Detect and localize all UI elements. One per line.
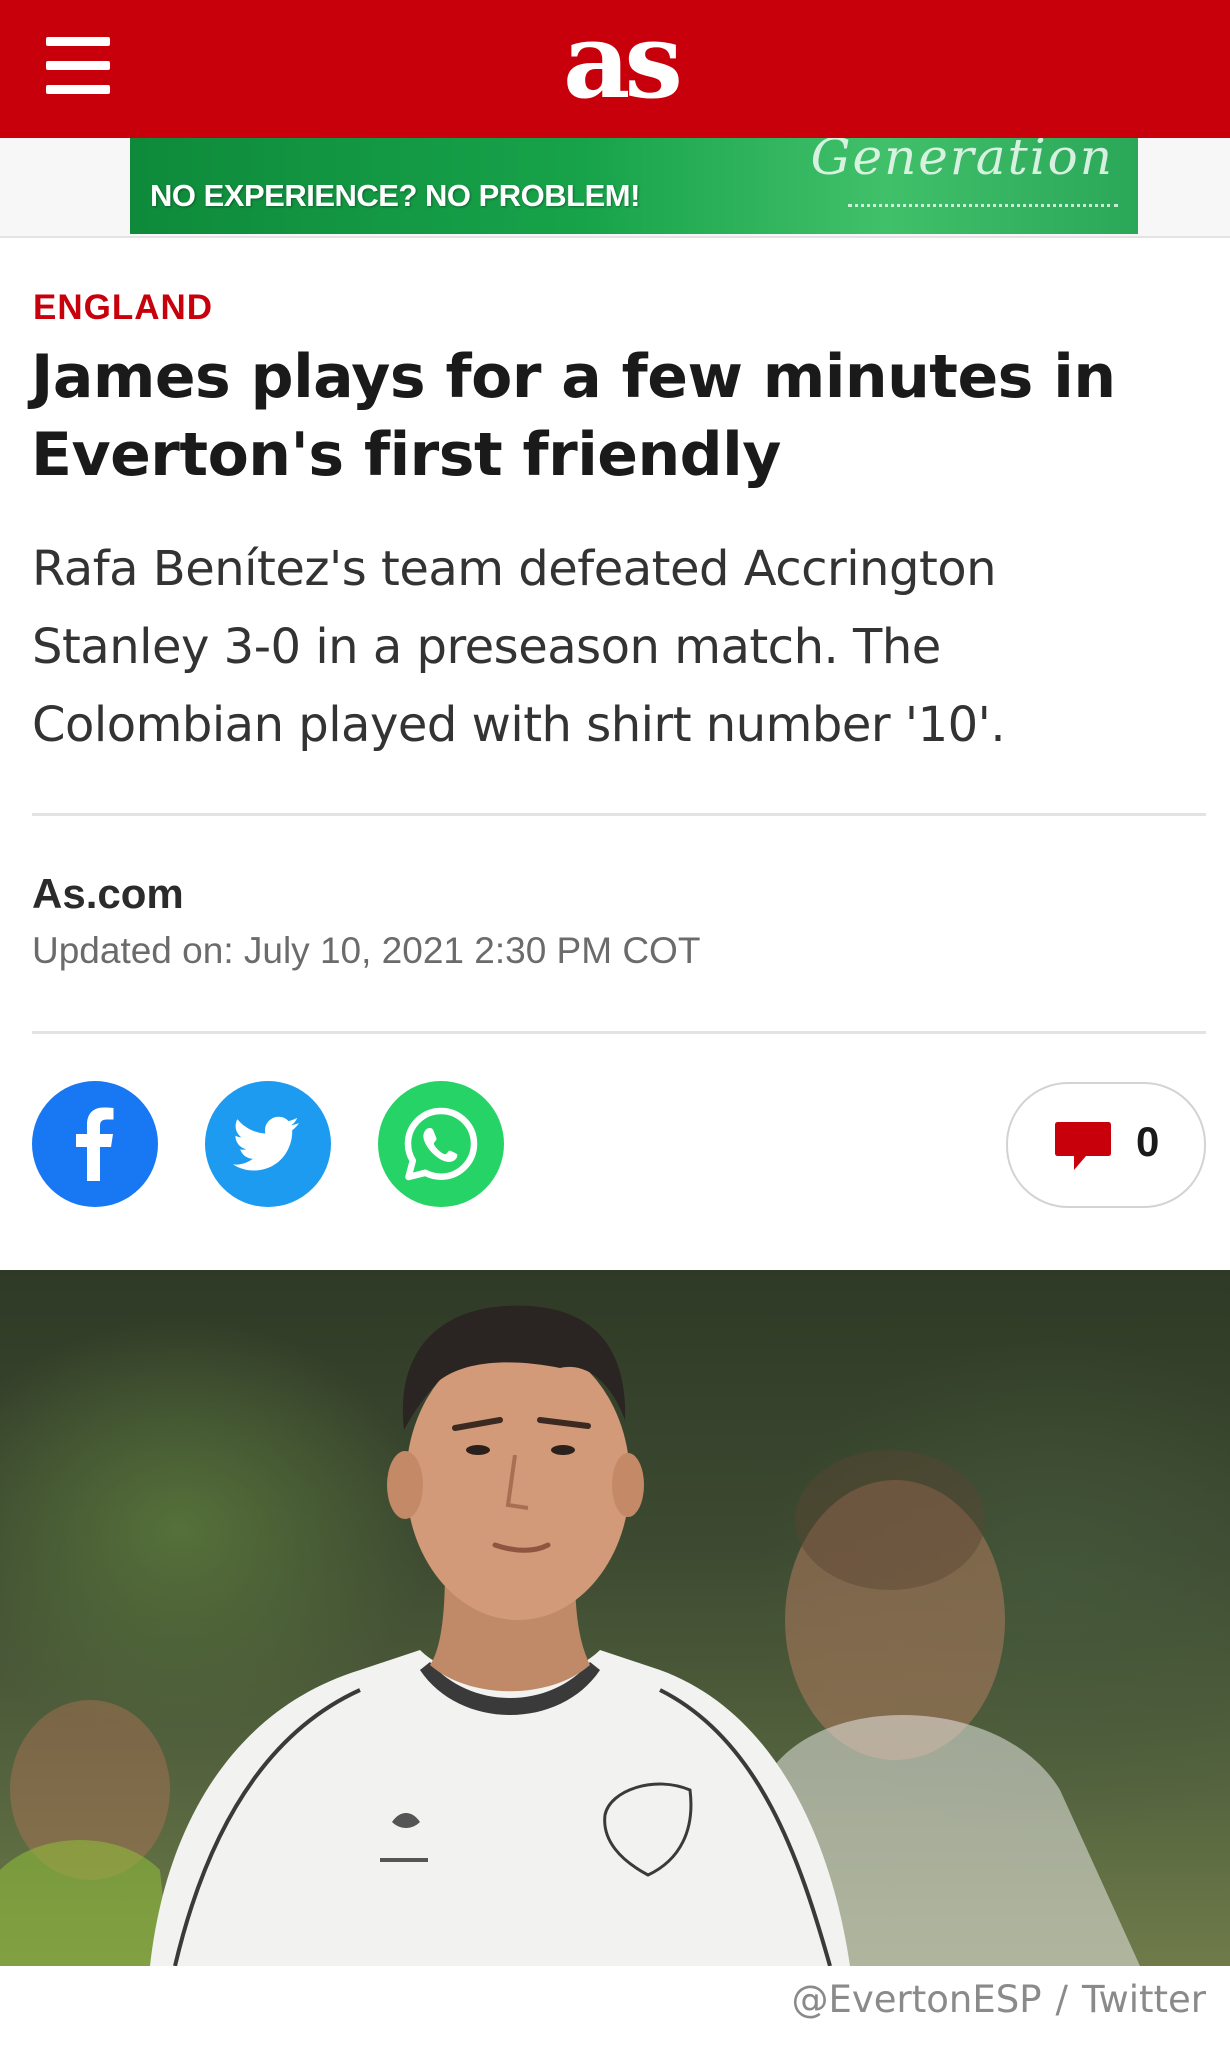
ad-fineprint-line: [848, 204, 1118, 211]
article-photo[interactable]: [0, 1270, 1230, 1966]
twitter-icon: [232, 1116, 299, 1171]
facebook-share-button[interactable]: [32, 1081, 158, 1207]
photo-credit-separator: /: [1055, 1978, 1068, 2021]
ad-strip: Generation NO EXPERIENCE? NO PROBLEM!: [0, 138, 1230, 238]
updated-timestamp: Updated on: July 10, 2021 2:30 PM COT: [32, 930, 701, 971]
comments-count: 0: [1136, 1118, 1160, 1165]
comment-bubble-icon: [1055, 1122, 1111, 1170]
hamburger-menu-icon[interactable]: [46, 37, 110, 94]
top-bar: as: [0, 0, 1230, 138]
section-tag[interactable]: ENGLAND: [33, 288, 213, 328]
photo-credit-source: @EvertonESP: [791, 1978, 1042, 2021]
whatsapp-share-button[interactable]: [378, 1081, 504, 1207]
author-name[interactable]: As.com: [32, 870, 184, 918]
whatsapp-icon: [404, 1107, 478, 1181]
twitter-share-button[interactable]: [205, 1081, 331, 1207]
article-subheadline: Rafa Benítez's team defeated Accrington …: [32, 541, 1006, 753]
divider: [32, 1031, 1206, 1034]
player-photo-illustration: [0, 1305, 1140, 1966]
photo-credit: @EvertonESP / Twitter: [791, 1978, 1206, 2021]
ad-tagline: NO EXPERIENCE? NO PROBLEM!: [150, 178, 640, 213]
article-headline: James plays for a few minutes in Everton…: [31, 342, 1116, 490]
ad-banner[interactable]: Generation NO EXPERIENCE? NO PROBLEM!: [130, 138, 1138, 234]
ad-brand-text: Generation: [810, 138, 1114, 186]
comments-button[interactable]: 0: [1006, 1082, 1206, 1208]
divider: [32, 813, 1206, 816]
site-logo[interactable]: as: [540, 6, 700, 126]
facebook-icon: [76, 1107, 114, 1181]
photo-credit-platform: Twitter: [1081, 1978, 1206, 2021]
